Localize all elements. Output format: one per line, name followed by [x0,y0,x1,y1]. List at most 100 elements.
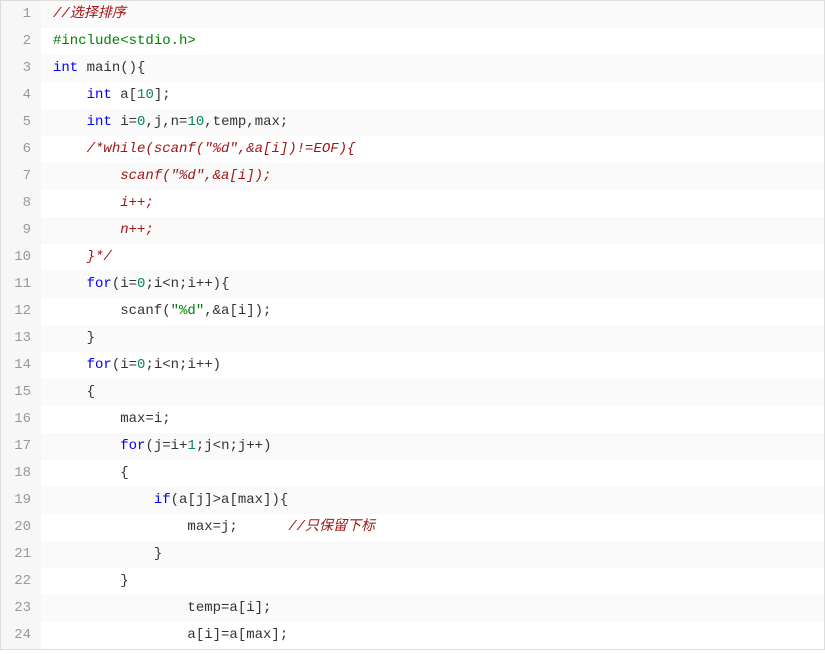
code-line[interactable]: for(i=0;i<n;i++) [41,352,824,379]
line-number: 24 [1,622,41,649]
code-line[interactable]: //选择排序 [41,1,824,28]
line-number: 23 [1,595,41,622]
token-comment: }*/ [87,249,112,265]
token-plain [53,249,87,265]
line-number: 5 [1,109,41,136]
line-number: 6 [1,136,41,163]
token-num: 10 [137,87,154,103]
code-line[interactable]: for(i=0;i<n;i++){ [41,271,824,298]
line-number: 21 [1,541,41,568]
token-comment: scanf("%d",&a[i]); [120,168,271,184]
line-number: 8 [1,190,41,217]
token-plain [53,195,120,211]
code-line[interactable]: scanf("%d",&a[i]); [41,163,824,190]
token-plain: } [53,546,162,562]
line-number: 1 [1,1,41,28]
code-line[interactable]: } [41,541,824,568]
token-type: int [87,87,112,103]
code-area[interactable]: //选择排序 #include<stdio.h> int main(){ int a… [41,1,824,649]
token-keyword: if [154,492,171,508]
token-plain [53,276,87,292]
token-comment: //只保留下标 [288,519,375,535]
code-line[interactable]: int i=0,j,n=10,temp,max; [41,109,824,136]
token-plain: ,j,n= [145,114,187,130]
line-number: 10 [1,244,41,271]
code-line[interactable]: for(j=i+1;j<n;j++) [41,433,824,460]
token-comment: /*while(scanf("%d",&a[i])!=EOF){ [87,141,356,157]
token-num: 1 [187,438,195,454]
code-line[interactable]: max=j; //只保留下标 [41,514,824,541]
token-plain [53,87,87,103]
code-line[interactable]: #include<stdio.h> [41,28,824,55]
token-plain: ,&a[i]); [204,303,271,319]
token-comment: n++; [120,222,154,238]
token-plain: ;i<n;i++){ [145,276,229,292]
token-plain: ]; [154,87,171,103]
token-comment: i++; [120,195,154,211]
token-plain [53,438,120,454]
token-num: 10 [187,114,204,130]
token-plain [53,168,120,184]
token-plain [53,222,120,238]
code-line[interactable]: { [41,379,824,406]
line-number: 17 [1,433,41,460]
code-line[interactable]: int a[10]; [41,82,824,109]
token-preproc: #include<stdio.h> [53,33,196,49]
token-plain: { [53,384,95,400]
token-plain: max=i; [53,411,171,427]
line-number: 12 [1,298,41,325]
token-plain: temp=a[i]; [53,600,271,616]
token-type: int [87,114,112,130]
line-number: 13 [1,325,41,352]
token-plain: a[i]=a[max]; [53,627,288,643]
code-line[interactable]: /*while(scanf("%d",&a[i])!=EOF){ [41,136,824,163]
line-number: 16 [1,406,41,433]
token-keyword: for [120,438,145,454]
code-line[interactable]: } [41,568,824,595]
token-keyword: for [87,357,112,373]
code-line[interactable]: int main(){ [41,55,824,82]
line-number: 11 [1,271,41,298]
line-number-gutter: 123456789101112131415161718192021222324 [1,1,41,649]
token-plain: scanf( [53,303,171,319]
line-number: 22 [1,568,41,595]
line-number: 9 [1,217,41,244]
line-number: 14 [1,352,41,379]
token-plain [53,357,87,373]
token-comment: //选择排序 [53,6,126,22]
token-plain [53,114,87,130]
code-line[interactable]: n++; [41,217,824,244]
code-line[interactable]: if(a[j]>a[max]){ [41,487,824,514]
code-line[interactable]: { [41,460,824,487]
line-number: 2 [1,28,41,55]
token-type: int [53,60,78,76]
code-line[interactable]: scanf("%d",&a[i]); [41,298,824,325]
code-line[interactable]: }*/ [41,244,824,271]
token-plain: } [53,330,95,346]
token-keyword: for [87,276,112,292]
token-plain: ,temp,max; [204,114,288,130]
token-string: "%d" [171,303,205,319]
line-number: 19 [1,487,41,514]
token-plain: ;i<n;i++) [145,357,221,373]
code-line[interactable]: a[i]=a[max]; [41,622,824,649]
line-number: 7 [1,163,41,190]
token-plain: main(){ [78,60,145,76]
token-plain: } [53,573,129,589]
code-line[interactable]: i++; [41,190,824,217]
line-number: 15 [1,379,41,406]
token-plain: (i= [112,276,137,292]
token-plain: a[ [112,87,137,103]
line-number: 18 [1,460,41,487]
code-line[interactable]: temp=a[i]; [41,595,824,622]
token-plain: max=j; [53,519,288,535]
token-plain: ;j<n;j++) [196,438,272,454]
code-line[interactable]: } [41,325,824,352]
token-plain [53,141,87,157]
code-line[interactable]: max=i; [41,406,824,433]
token-plain [53,492,154,508]
token-plain: (a[j]>a[max]){ [171,492,289,508]
token-plain: i= [112,114,137,130]
line-number: 20 [1,514,41,541]
code-editor: 123456789101112131415161718192021222324 … [0,0,825,650]
